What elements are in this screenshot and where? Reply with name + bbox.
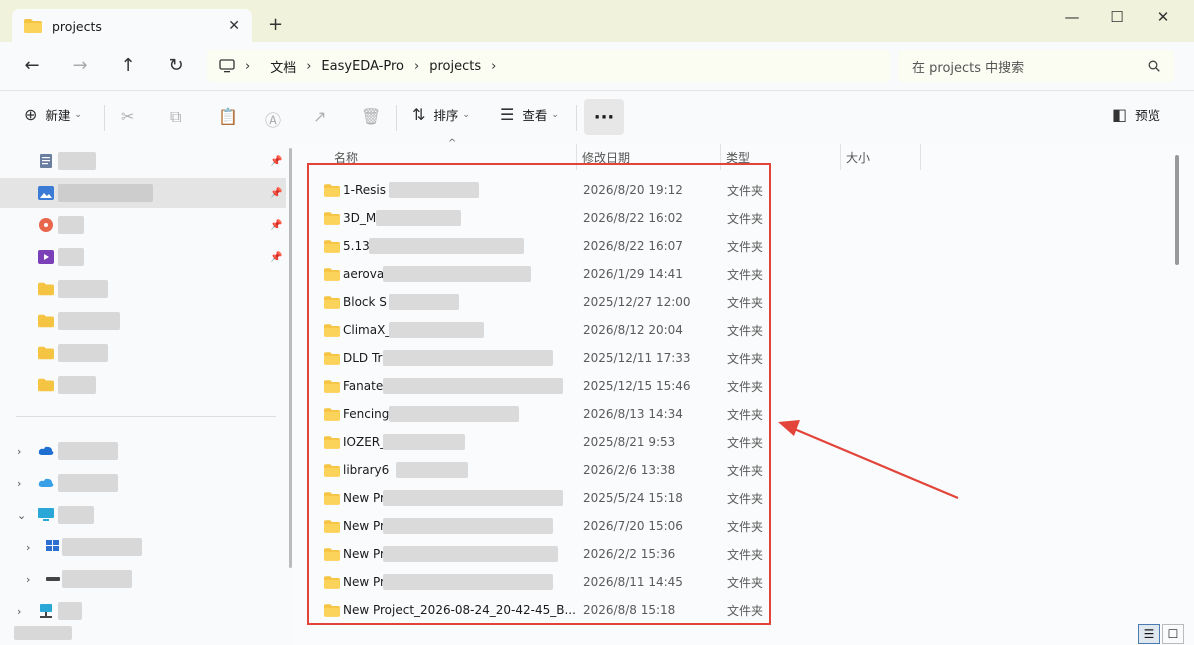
view-mode-buttons: ☰ ☐ xyxy=(1138,624,1186,644)
file-list-scrollbar[interactable] xyxy=(1175,155,1179,265)
annotation-arrow xyxy=(778,420,959,500)
details-view-icon[interactable]: ☰ xyxy=(1138,624,1160,644)
tiles-view-icon[interactable]: ☐ xyxy=(1162,624,1184,644)
